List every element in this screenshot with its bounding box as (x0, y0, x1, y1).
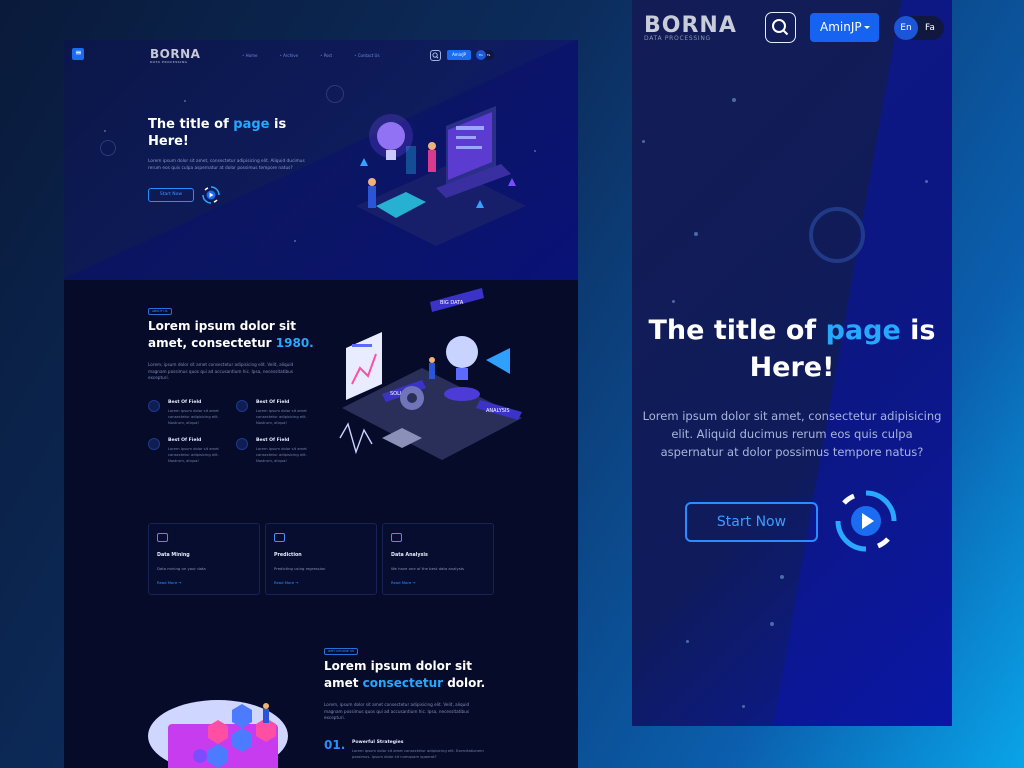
why-item-number: 01. (324, 738, 346, 752)
start-now-button[interactable]: Start Now (685, 502, 818, 542)
nav-link-post[interactable]: Post (320, 53, 332, 58)
terminal-icon (157, 533, 168, 542)
why-tag: WHY CHOOSE US (324, 648, 358, 655)
play-video-icon[interactable] (832, 487, 900, 555)
lang-fa[interactable]: Fa (925, 16, 935, 40)
why-item-title: Powerful Strategies (352, 740, 404, 745)
nav-link-archive[interactable]: Archive (279, 53, 298, 58)
terminal-icon (274, 533, 285, 542)
about-description: Lorem, ipsum dolor sit amet consectetur … (148, 362, 294, 381)
service-card-prediction[interactable]: Prediction Predicting using regression R… (265, 523, 377, 595)
language-toggle[interactable]: En Fa (894, 16, 944, 40)
about-tag: ABOUT US (148, 308, 172, 315)
why-description: Lorem, ipsum dolor sit amet consectetur … (324, 702, 470, 721)
service-card-data-analysis[interactable]: Data Analysis We have one of the best da… (382, 523, 494, 595)
decorative-ring (809, 207, 865, 263)
hero-description: Lorem ipsum dolor sit amet, consectetur … (148, 159, 305, 171)
nav-link-contact[interactable]: Contact Us (354, 53, 380, 58)
hero-description: Lorem ipsum dolor sit amet, consectetur … (642, 409, 942, 459)
hero-illustration (356, 106, 526, 246)
search-button[interactable] (765, 12, 796, 43)
read-more-link[interactable]: Read More → (157, 580, 182, 585)
user-dropdown[interactable]: AminJP (447, 50, 471, 60)
logo[interactable]: BORNA DATA PROCESSING (644, 13, 737, 42)
help-icon (236, 438, 248, 450)
trophy-icon (148, 400, 160, 412)
about-title: Lorem ipsum dolor sit amet, consectetur … (148, 319, 314, 350)
lang-en[interactable]: En (476, 50, 486, 60)
hero-title: The title of page is Here! (148, 117, 287, 149)
illu-label-analysis: ANALYSIS (486, 408, 510, 414)
service-card-data-mining[interactable]: Data Mining Data mining on your data Rea… (148, 523, 260, 595)
start-now-button[interactable]: Start Now (148, 188, 194, 202)
play-video-icon[interactable] (201, 185, 221, 205)
server-icon (148, 438, 160, 450)
read-more-link[interactable]: Read More → (391, 580, 416, 585)
read-more-link[interactable]: Read More → (274, 580, 299, 585)
desktop-mockup: BORNA DATA PROCESSING Home Archive Post … (64, 40, 578, 768)
hero-title: The title of page is Here! (648, 315, 936, 383)
lang-fa[interactable]: Fa (487, 50, 490, 60)
menu-button[interactable] (72, 48, 84, 60)
nav-link-home[interactable]: Home (242, 53, 258, 58)
chart-icon (236, 400, 248, 412)
lang-en[interactable]: En (894, 16, 918, 40)
language-toggle[interactable]: En Fa (476, 50, 494, 60)
search-icon (772, 19, 789, 36)
about-illustration: BIG DATA SOLUTION ANALYSIS (339, 288, 522, 460)
nav-links: Home Archive Post Contact Us (242, 53, 380, 58)
why-illustration (148, 700, 288, 768)
search-button[interactable] (430, 50, 441, 61)
search-icon (432, 52, 439, 59)
logo[interactable]: BORNA DATA PROCESSING (150, 47, 200, 64)
why-title: Lorem ipsum dolor sit amet consectetur d… (324, 659, 486, 690)
mobile-mockup: BORNA DATA PROCESSING AminJP En Fa The t… (632, 0, 952, 726)
illu-label-big-data: BIG DATA (440, 300, 464, 306)
user-dropdown[interactable]: AminJP (810, 13, 879, 42)
why-item-description: Lorem ipsum dolor sit amet consectetur a… (352, 749, 484, 759)
terminal-icon (391, 533, 402, 542)
top-nav: BORNA DATA PROCESSING Home Archive Post … (64, 40, 578, 70)
